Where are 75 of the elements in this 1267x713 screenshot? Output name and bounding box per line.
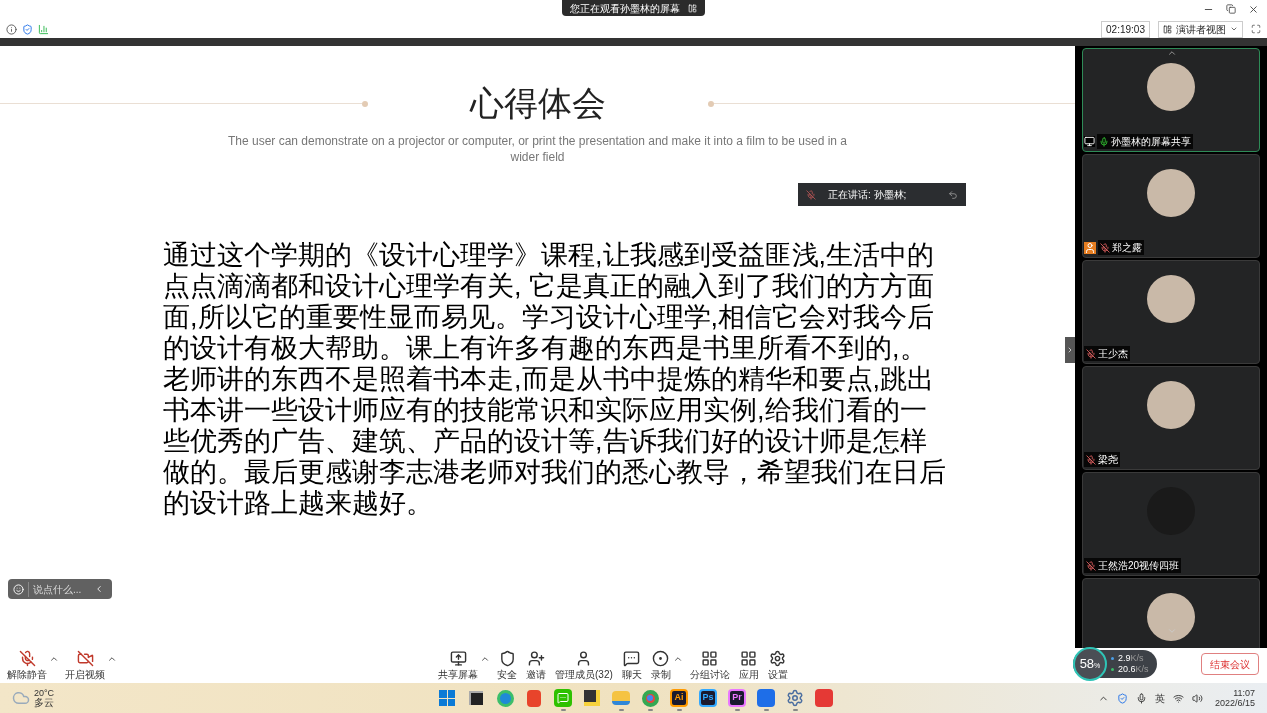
toolbar-button[interactable]: 管理成员(32) [553,649,615,682]
banner-text: 您正在观看孙墨林的屏幕 [570,1,680,16]
participant-tile[interactable]: 孙墨林的屏幕共享 [1082,48,1260,152]
host-icon [1084,241,1096,254]
chat-icon [623,649,641,667]
wifi-icon[interactable] [1172,692,1184,704]
caret-icon [1230,25,1238,33]
side-panel-toggle[interactable] [1065,337,1075,363]
participant-tile[interactable]: 王然浩20视传四班 [1082,472,1260,576]
weather-condition: 多云 [34,698,55,708]
speaker-text: 正在讲话: 孙墨林; [828,188,908,202]
screen-share-icon [1084,136,1095,147]
weather-icon [12,689,30,707]
restore-icon[interactable] [1226,4,1236,14]
toolbar-button[interactable]: 应用 [736,649,761,682]
emoji-icon[interactable] [13,583,24,595]
end-meeting-button[interactable]: 结束会议 [1201,653,1259,675]
participant-tile[interactable]: 梁尧 [1082,366,1260,470]
share-icon [449,649,467,667]
toolbar-button[interactable]: 解除静音 [5,649,49,682]
toolbar-button[interactable]: 共享屏幕 [436,649,480,682]
volume-icon[interactable] [1191,692,1203,704]
layout-icon [1163,24,1172,34]
mic-icon [806,189,816,200]
apps-icon [740,649,758,667]
scroll-up-icon[interactable] [1167,48,1177,58]
back-icon[interactable] [948,189,958,200]
view-button[interactable]: 演讲者视图 [1158,20,1243,38]
close-icon[interactable] [1248,4,1259,15]
participant-tile[interactable]: 郑之露 [1082,154,1260,258]
chat-input-field[interactable]: 说点什么... [28,581,90,597]
slide-title: 心得体会 [468,83,607,124]
input-method[interactable]: 英 [1154,690,1165,706]
mic-tray-icon[interactable] [1135,692,1147,704]
toolbar-button[interactable]: 设置 [765,649,790,682]
toolbar-button[interactable]: 开启视频 [63,649,107,682]
clock-time[interactable]: 11:07 [1233,688,1255,698]
app-letters: Ai [674,691,684,705]
meeting-timer: 02:19:03 [1101,20,1150,38]
shield-icon [498,649,516,667]
slide-body-text: 通过这个学期的《设计心理学》课程,让我感到受益匪浅,生活中的点点滴滴都和设计心理学有关, 它是真正的融入到了我们的方方面面,所以它的重要性显而易见。学习设计心理学,相信它会对我今后的设计有极大帮助。课上有许多有趣的东西是书里所看不到的,。老师讲的东西不是照着书本走,而是从书中提炼的精华和要点,跳出书本讲一些设计师应有的技能常识和实际应用实例,给我们看的一些优秀的广告、建筑、产品的设计等,告诉我们好的设计师是怎样做的。最后更感谢李志港老师对我们的悉心教导，希望我们在日后的设计路上越来越好。 [163,240,947,519]
toolbar-button[interactable]: 分组讨论 [687,649,732,682]
mic-off-icon [18,649,36,667]
participant-tile[interactable]: 王少杰 [1082,260,1260,364]
fullscreen-icon[interactable] [1251,24,1261,34]
download-rate: 20.6K/s [1118,664,1149,675]
participant-name: 王然浩20视传四班 [1098,559,1180,573]
chat-input[interactable]: 说点什么... [8,579,112,599]
temperature: 20°C [34,688,55,698]
groups-icon [701,649,719,667]
video-off-icon [76,649,94,667]
toolbar-button[interactable]: 聊天 [619,649,644,682]
settings-icon [769,649,787,667]
shield-icon[interactable] [22,23,33,35]
security-tray-icon[interactable] [1116,692,1128,704]
record-icon [652,649,670,667]
info-icon[interactable] [6,23,17,35]
upload-rate: 2.9K/s [1118,653,1144,664]
collapse-icon[interactable] [94,584,104,594]
signal-icon[interactable] [38,23,49,35]
taskbar-app-icon[interactable]: Ps [695,685,721,711]
app-letters: Ps [702,691,714,705]
chevron-icon [1066,346,1074,354]
invite-icon [527,649,545,667]
participant-name: 梁尧 [1098,453,1118,467]
clock-date[interactable]: 2022/6/15 [1214,698,1255,708]
menu-icon[interactable] [688,3,697,13]
toolbar-button[interactable]: 安全 [495,649,519,682]
participant-name: 王少杰 [1098,347,1128,361]
toolbar-button[interactable]: 邀请 [524,649,548,682]
toolbar-button[interactable]: 录制 [648,649,673,682]
participant-name: 郑之露 [1112,241,1142,255]
participant-name: 孙墨林的屏幕共享 [1111,135,1191,149]
slide-subtitle: The user can demonstrate on a projector or computer, or print the presentation and make it into a film to be used in a wider field [227,133,848,165]
app-letters: Pr [732,691,742,705]
